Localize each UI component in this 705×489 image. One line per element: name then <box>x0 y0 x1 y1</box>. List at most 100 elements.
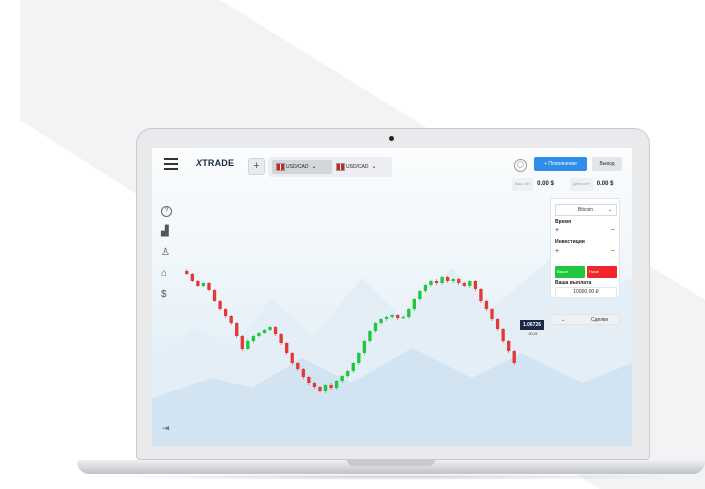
candle-body <box>229 316 233 323</box>
candle-body <box>246 341 250 349</box>
candle-body <box>490 309 494 319</box>
balance-real[interactable]: Ваш счёт 0.00 $ <box>512 178 554 191</box>
pair-label: USD/CAD <box>286 164 309 170</box>
candle-body <box>507 341 511 351</box>
deposit-button[interactable]: + Пополнение <box>534 157 587 171</box>
deals-button[interactable]: ⌄ Сделки <box>550 314 620 325</box>
app-screen: XTRADE + USD/CAD ⌄ USD/CAD ⌄ ◯ + Пополнени… <box>152 148 632 446</box>
current-price-tag: 1.06726 <box>520 320 544 330</box>
question-icon[interactable]: ? <box>161 206 172 217</box>
add-pair-button[interactable]: + <box>248 158 265 175</box>
candle-body <box>423 285 428 291</box>
investment-increase-button[interactable]: + <box>555 248 559 256</box>
flag-icon <box>276 162 285 171</box>
candle-body <box>445 277 450 281</box>
candle-body <box>290 353 294 363</box>
balance-demo[interactable]: Демо счёт 0.00 $ <box>570 178 613 191</box>
time-label: Время <box>555 219 571 225</box>
time-decrease-button[interactable]: − <box>611 227 615 235</box>
balance-label: Демо счёт <box>570 178 593 191</box>
candle-body <box>373 323 378 331</box>
candle-body <box>312 383 317 387</box>
down-button[interactable]: Ниже <box>587 266 617 278</box>
candle-body <box>390 315 394 317</box>
laptop-camera <box>389 136 394 141</box>
candle-body <box>240 336 244 349</box>
investment-stepper: + − <box>555 248 615 256</box>
candle-body <box>207 283 211 290</box>
candle-body <box>307 377 311 383</box>
candle-body <box>501 329 505 341</box>
candle-body <box>323 385 328 391</box>
up-button[interactable]: Выше <box>555 266 585 278</box>
candle-body <box>357 353 361 363</box>
candle-body <box>296 363 300 369</box>
laptop-shadow <box>90 474 690 480</box>
investment-decrease-button[interactable]: − <box>611 248 615 256</box>
candle-body <box>218 301 222 309</box>
app-logo: XTRADE <box>196 158 234 168</box>
chevron-down-icon: ⌄ <box>371 164 377 170</box>
candle-body <box>257 333 261 336</box>
candle-body <box>384 317 389 319</box>
candle-body <box>457 279 461 283</box>
pair-tab-2[interactable]: USD/CAD ⌄ <box>332 160 392 174</box>
balance-value: 0.00 $ <box>596 181 614 187</box>
candle-body <box>379 319 383 323</box>
candle-body <box>468 281 472 286</box>
candle-body <box>196 281 200 286</box>
timer-tag: 00:15 <box>526 331 540 338</box>
candle-body <box>223 309 228 316</box>
balance-label: Ваш счёт <box>512 178 534 191</box>
payout-label: Ваша выплата <box>555 280 592 286</box>
candle-body <box>273 327 278 334</box>
candle-body <box>434 281 439 283</box>
candle-body <box>235 323 239 336</box>
candle-body <box>212 290 217 301</box>
candle-body <box>185 271 189 274</box>
candle-body <box>190 274 194 281</box>
candle-body <box>251 336 256 341</box>
candle-body <box>268 327 272 330</box>
menu-icon[interactable] <box>164 158 178 170</box>
candle-body <box>462 283 466 286</box>
deals-label: Сделки <box>591 317 609 323</box>
logout-icon[interactable]: ⇥ <box>162 423 170 434</box>
dollar-icon[interactable]: $ <box>161 289 167 300</box>
pair-tab-1[interactable]: USD/CAD ⌄ <box>272 160 332 174</box>
candle-body <box>340 376 344 381</box>
candle-body <box>407 309 411 317</box>
time-stepper: + − <box>555 227 615 235</box>
candle-body <box>473 281 478 289</box>
asset-value: Bitcoin <box>578 207 594 213</box>
investment-label: Инвестиции <box>555 239 585 245</box>
trade-panel: Bitcoin ⌄ Время + − Инвестиции + − Выше Ниж… <box>550 198 620 298</box>
chevron-down-icon: ⌄ <box>311 164 317 170</box>
balance-value: 0.00 $ <box>537 181 554 187</box>
candle-body <box>418 291 422 299</box>
payout-value: 10000.00 ₽ <box>555 287 617 298</box>
candle-body <box>429 281 433 285</box>
candle-body <box>440 277 444 283</box>
user-profile-icon[interactable]: ♙ <box>161 247 170 258</box>
candle-body <box>262 330 267 333</box>
candle-body <box>351 363 355 371</box>
candle-body <box>285 343 289 353</box>
withdraw-button[interactable]: Вывод <box>592 157 622 171</box>
laptop-notch <box>347 460 435 466</box>
candle-body <box>329 385 333 388</box>
user-icon[interactable]: ◯ <box>514 159 527 172</box>
candle-body <box>362 341 367 353</box>
candle-body <box>484 301 489 309</box>
candle-body <box>451 279 455 281</box>
chevron-down-icon: ⌄ <box>561 317 566 323</box>
chart-icon[interactable]: ▟ <box>161 226 169 237</box>
candle-body <box>318 387 322 391</box>
asset-select[interactable]: Bitcoin ⌄ <box>555 204 617 216</box>
time-increase-button[interactable]: + <box>555 227 559 235</box>
graduation-cap-icon[interactable]: ⌂ <box>161 268 167 279</box>
candle-body <box>401 317 405 319</box>
flag-icon <box>336 162 345 171</box>
candle-body <box>346 371 350 376</box>
logo-text: TRADE <box>202 158 235 168</box>
